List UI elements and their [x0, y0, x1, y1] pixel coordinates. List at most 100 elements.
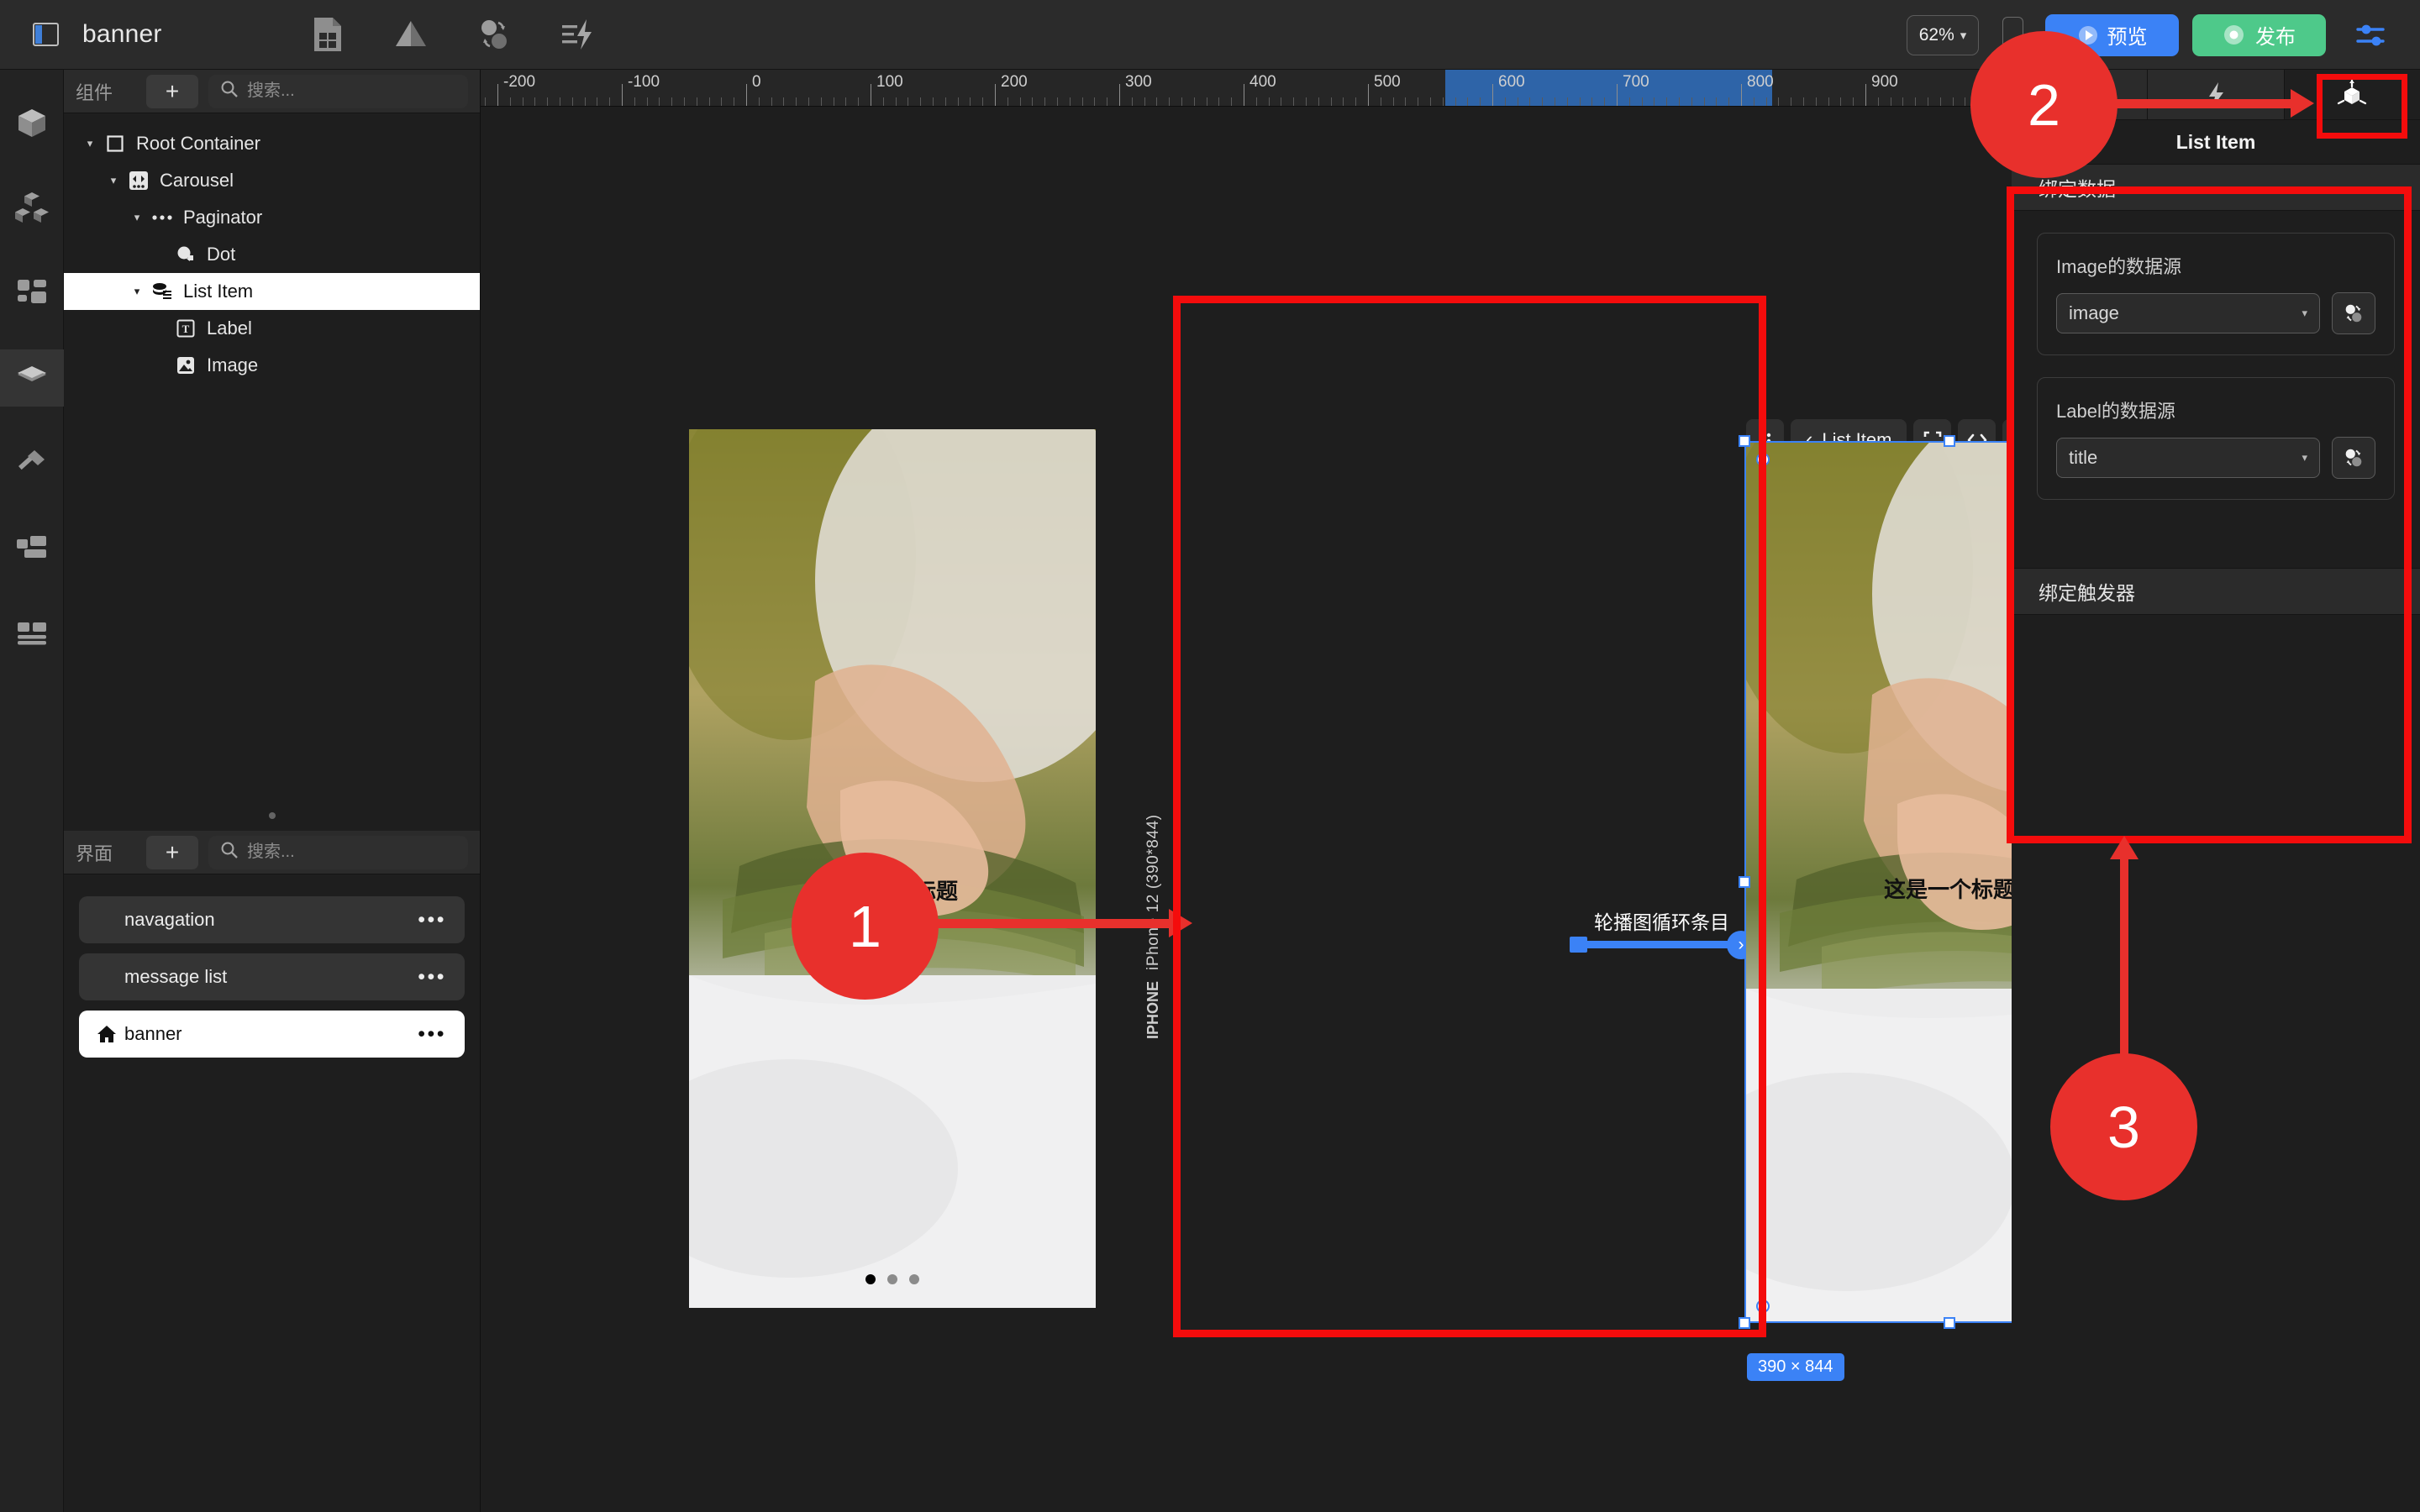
- ruler-tick-minor: [1629, 97, 1630, 106]
- page-item-navagation[interactable]: navagation•••: [79, 896, 465, 943]
- paginator-dot[interactable]: [909, 1274, 919, 1284]
- ruler-tick-minor: [808, 97, 809, 106]
- disclosure-triangle-icon[interactable]: ▾: [126, 285, 148, 298]
- zoom-selector[interactable]: 62% ▾: [1907, 15, 1979, 55]
- rail-item-blocks[interactable]: [0, 180, 64, 237]
- rail-item-brush[interactable]: [0, 434, 64, 491]
- resize-handle-bc[interactable]: [1944, 1317, 1955, 1329]
- tree-item-label: Paginator: [183, 207, 262, 228]
- rail-item-grid[interactable]: [0, 265, 64, 322]
- preview-label: 预览: [2107, 20, 2148, 50]
- paginator-dot[interactable]: [887, 1274, 897, 1284]
- annotation-1-number: 1: [849, 893, 881, 960]
- table-icon[interactable]: [309, 16, 346, 53]
- ruler-tick-minor: [1691, 97, 1692, 106]
- ruler-tick-major: [497, 84, 498, 106]
- ruler-tick-minor: [1766, 97, 1767, 106]
- ruler-tick-minor: [485, 97, 486, 106]
- ruler-tick-minor: [1020, 97, 1021, 106]
- ruler-tick-minor: [1704, 97, 1705, 106]
- pages-search[interactable]: [208, 836, 468, 869]
- components-search-input[interactable]: [247, 81, 456, 101]
- page-item-banner[interactable]: banner•••: [79, 1011, 465, 1058]
- swap-circles-icon[interactable]: [476, 16, 513, 53]
- page-item-more-button[interactable]: •••: [418, 916, 446, 924]
- tree-item-carousel[interactable]: ▾Carousel: [64, 162, 480, 199]
- ruler-tick-minor: [1430, 97, 1431, 106]
- paginator-dot[interactable]: [865, 1274, 876, 1284]
- top-icon-group: [309, 16, 596, 53]
- tree-item-label: Dot: [207, 244, 235, 265]
- add-component-button[interactable]: +: [146, 75, 198, 108]
- ruler-tick-minor: [945, 97, 946, 106]
- add-page-button[interactable]: +: [146, 836, 198, 869]
- ruler-tick-minor: [647, 97, 648, 106]
- ruler-tick-minor: [1070, 97, 1071, 106]
- ruler-label: 900: [1871, 73, 1898, 92]
- ruler-tick-minor: [1169, 97, 1170, 106]
- rail-item-panels[interactable]: [0, 519, 64, 576]
- sliders-icon[interactable]: [2351, 16, 2390, 55]
- ruler-tick-minor: [1728, 97, 1729, 106]
- disclosure-triangle-icon[interactable]: ▾: [103, 174, 124, 187]
- toggle-left-panel-icon[interactable]: [28, 20, 61, 49]
- ruler-label: 100: [876, 73, 903, 92]
- artboard-paginator[interactable]: [689, 1274, 1096, 1284]
- ruler-tick-minor: [609, 97, 610, 106]
- components-search[interactable]: [208, 75, 468, 108]
- tree-item-label[interactable]: TLabel: [64, 310, 480, 347]
- ruler-tick-minor: [1044, 97, 1045, 106]
- ruler-tick-minor: [883, 97, 884, 106]
- disclosure-triangle-icon[interactable]: ▾: [126, 211, 148, 224]
- brush-icon: [12, 443, 52, 483]
- pages-search-input[interactable]: [247, 843, 456, 862]
- resize-handle-tc[interactable]: [1944, 435, 1955, 447]
- tree-item-list-item[interactable]: ▾List Item: [64, 273, 480, 310]
- image-icon: [171, 355, 200, 375]
- page-item-more-button[interactable]: •••: [418, 973, 446, 981]
- tree-item-image[interactable]: Image: [64, 347, 480, 384]
- ruler-tick-minor: [1443, 97, 1444, 106]
- tree-item-dot[interactable]: Dot: [64, 236, 480, 273]
- ruler-tick-minor: [709, 97, 710, 106]
- publish-button[interactable]: 发布: [2192, 14, 2326, 56]
- rail-item-layers[interactable]: [0, 349, 64, 407]
- panels-icon: [13, 528, 51, 567]
- annotation-3-number: 3: [2107, 1094, 2140, 1161]
- rail-item-stack-rows[interactable]: [0, 604, 64, 661]
- tree-item-paginator[interactable]: ▾ Paginator: [64, 199, 480, 236]
- components-panel-title: 组件: [76, 78, 146, 105]
- cube-icon: [12, 103, 52, 144]
- text-icon: T: [171, 318, 200, 339]
- ruler-tick-minor: [1393, 97, 1394, 106]
- ruler-tick-major: [1865, 84, 1866, 106]
- ruler-tick-minor: [1567, 97, 1568, 106]
- disclosure-triangle-icon[interactable]: ▾: [79, 137, 101, 150]
- components-panel-header: 组件 +: [64, 70, 480, 113]
- ruler-tick-minor: [1082, 97, 1083, 106]
- ruler-tick-minor: [845, 97, 846, 106]
- panel-resize-handle[interactable]: [64, 801, 480, 831]
- layers-icon: [12, 358, 52, 398]
- page-item-message-list[interactable]: message list•••: [79, 953, 465, 1000]
- ruler-tick-minor: [1604, 97, 1605, 106]
- ruler-tick-minor: [1156, 97, 1157, 106]
- ruler-tick-minor: [1542, 97, 1543, 106]
- ruler-label: 300: [1125, 73, 1152, 92]
- rail-item-cube[interactable]: [0, 95, 64, 152]
- tree-item-root-container[interactable]: ▾ Root Container: [64, 125, 480, 162]
- ruler-tick-minor: [534, 97, 535, 106]
- component-tree: ▾Root Container▾Carousel▾PaginatorDot▾Li…: [64, 113, 480, 384]
- page-item-label: banner: [124, 1023, 418, 1045]
- ruler-tick-minor: [1057, 97, 1058, 106]
- search-icon: [220, 80, 239, 103]
- prism-icon[interactable]: [392, 16, 429, 53]
- page-item-more-button[interactable]: •••: [418, 1030, 446, 1038]
- annotation-2-highlight-rect: [2317, 74, 2407, 139]
- ruler-tick-minor: [1642, 97, 1643, 106]
- annotation-3-highlight-rect: [2007, 186, 2412, 843]
- ruler-tick-minor: [1007, 97, 1008, 106]
- flash-list-icon[interactable]: [559, 16, 596, 53]
- tab-triggers[interactable]: [2148, 70, 2284, 119]
- tree-item-label: Root Container: [136, 133, 260, 155]
